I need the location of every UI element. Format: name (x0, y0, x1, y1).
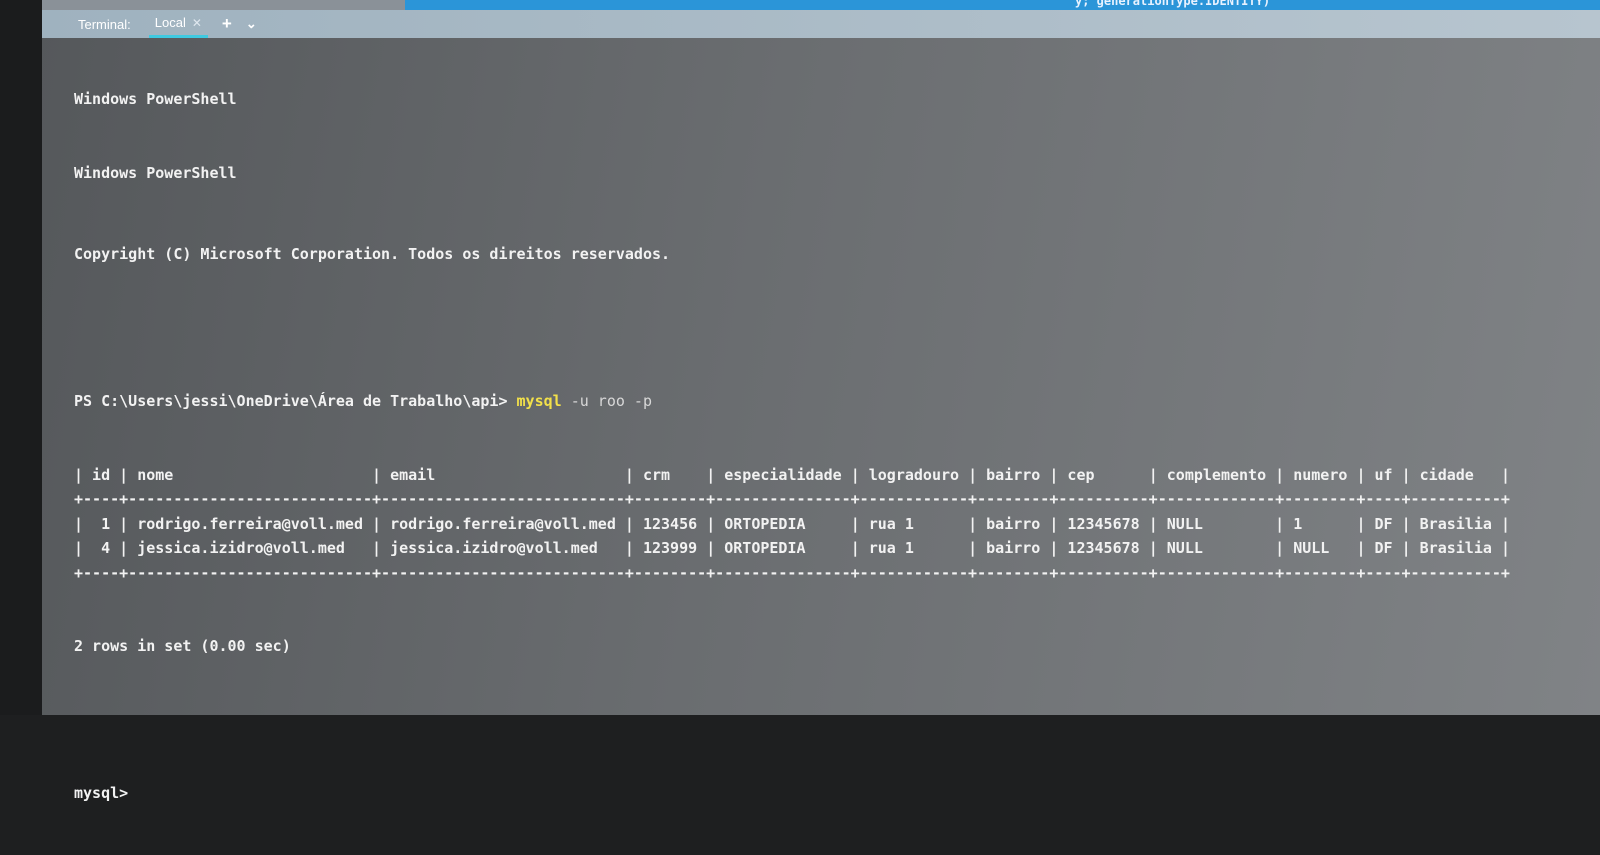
column-header: id (83, 465, 120, 484)
table-cell: Brasilia (1410, 539, 1501, 557)
table-cell: 123999 (633, 539, 707, 557)
table-header: | id | nome | email | crm | especialidad… (74, 465, 1510, 484)
table-cell: ORTOPEDIA (715, 539, 851, 557)
column-header: uf (1365, 465, 1402, 484)
terminal-label: Terminal: (78, 16, 131, 32)
tab-local[interactable]: Local ✕ (148, 10, 208, 38)
table-cell: 1 (83, 514, 120, 533)
table-cell: DF (1365, 514, 1402, 533)
table-cell: DF (1365, 539, 1402, 557)
table-cell: NULL (1157, 539, 1276, 557)
table-cell: 1 (1284, 514, 1357, 533)
output-line: Copyright (C) Microsoft Corporation. Tod… (74, 245, 671, 263)
table-cell: jessica.izidro@voll.med (128, 539, 373, 557)
table-cell: bairro (977, 514, 1050, 533)
terminal-output[interactable]: Windows PowerShell Windows PowerShell Co… (74, 38, 1600, 802)
tab-label: Local (154, 15, 186, 30)
mysql-prompt[interactable]: mysql> (74, 781, 1600, 806)
output-line: Windows PowerShell (74, 163, 237, 182)
command-args: -u roo -p (561, 392, 652, 410)
table-cell: rua 1 (859, 539, 969, 557)
command-line: PS C:\Users\jessi\OneDrive\Área de Traba… (74, 389, 1600, 414)
result-summary: 2 rows in set (0.00 sec) (74, 637, 291, 655)
column-header: numero (1284, 465, 1357, 484)
terminal-tab-bar: Terminal: Local ✕ + ⌄ (42, 10, 1600, 38)
table-cell: 123456 (633, 514, 707, 533)
table-cell: NULL (1284, 539, 1357, 557)
table-cell: NULL (1157, 514, 1276, 533)
table-cell: jessica.izidro@voll.med (381, 539, 625, 557)
column-header: complemento (1157, 465, 1276, 484)
table-cell: 12345678 (1058, 514, 1149, 533)
table-cell: bairro (977, 539, 1050, 557)
column-header: cidade (1410, 465, 1501, 484)
table-cell: rodrigo.ferreira@voll.med (381, 514, 625, 533)
plus-icon[interactable]: + (222, 14, 232, 34)
table-separator: +----+---------------------------+------… (74, 490, 1510, 508)
table-row: | 4 | jessica.izidro@voll.med | jessica.… (74, 539, 1510, 557)
table-cell: rua 1 (859, 514, 969, 533)
monitor-bezel (0, 0, 42, 715)
column-header: nome (128, 465, 373, 484)
table-cell: 4 (83, 539, 120, 557)
table-separator: +----+---------------------------+------… (74, 563, 1510, 582)
column-header: crm (633, 465, 707, 484)
result-table: | id | nome | email | crm | especialidad… (74, 463, 1600, 586)
column-header: cep (1058, 465, 1149, 484)
column-header: bairro (977, 465, 1050, 484)
table-row: | 1 | rodrigo.ferreira@voll.med | rodrig… (74, 514, 1510, 533)
chevron-down-icon[interactable]: ⌄ (246, 16, 257, 32)
editor-code: y; generationType.IDENTITY) (1075, 0, 1271, 8)
table-cell: rodrigo.ferreira@voll.med (128, 514, 373, 533)
output-line: Windows PowerShell (74, 90, 237, 108)
table-cell: 12345678 (1058, 539, 1149, 557)
table-cell: ORTOPEDIA (715, 514, 851, 533)
close-icon[interactable]: ✕ (192, 16, 202, 30)
column-header: email (381, 465, 625, 484)
prompt: PS C:\Users\jessi\OneDrive\Área de Traba… (74, 392, 517, 410)
ide-window: y; generationType.IDENTITY) Terminal: Lo… (42, 0, 1600, 802)
command: mysql (516, 392, 562, 410)
column-header: especialidade (715, 465, 851, 484)
column-header: logradouro (859, 465, 969, 484)
table-cell: Brasilia (1410, 514, 1501, 533)
